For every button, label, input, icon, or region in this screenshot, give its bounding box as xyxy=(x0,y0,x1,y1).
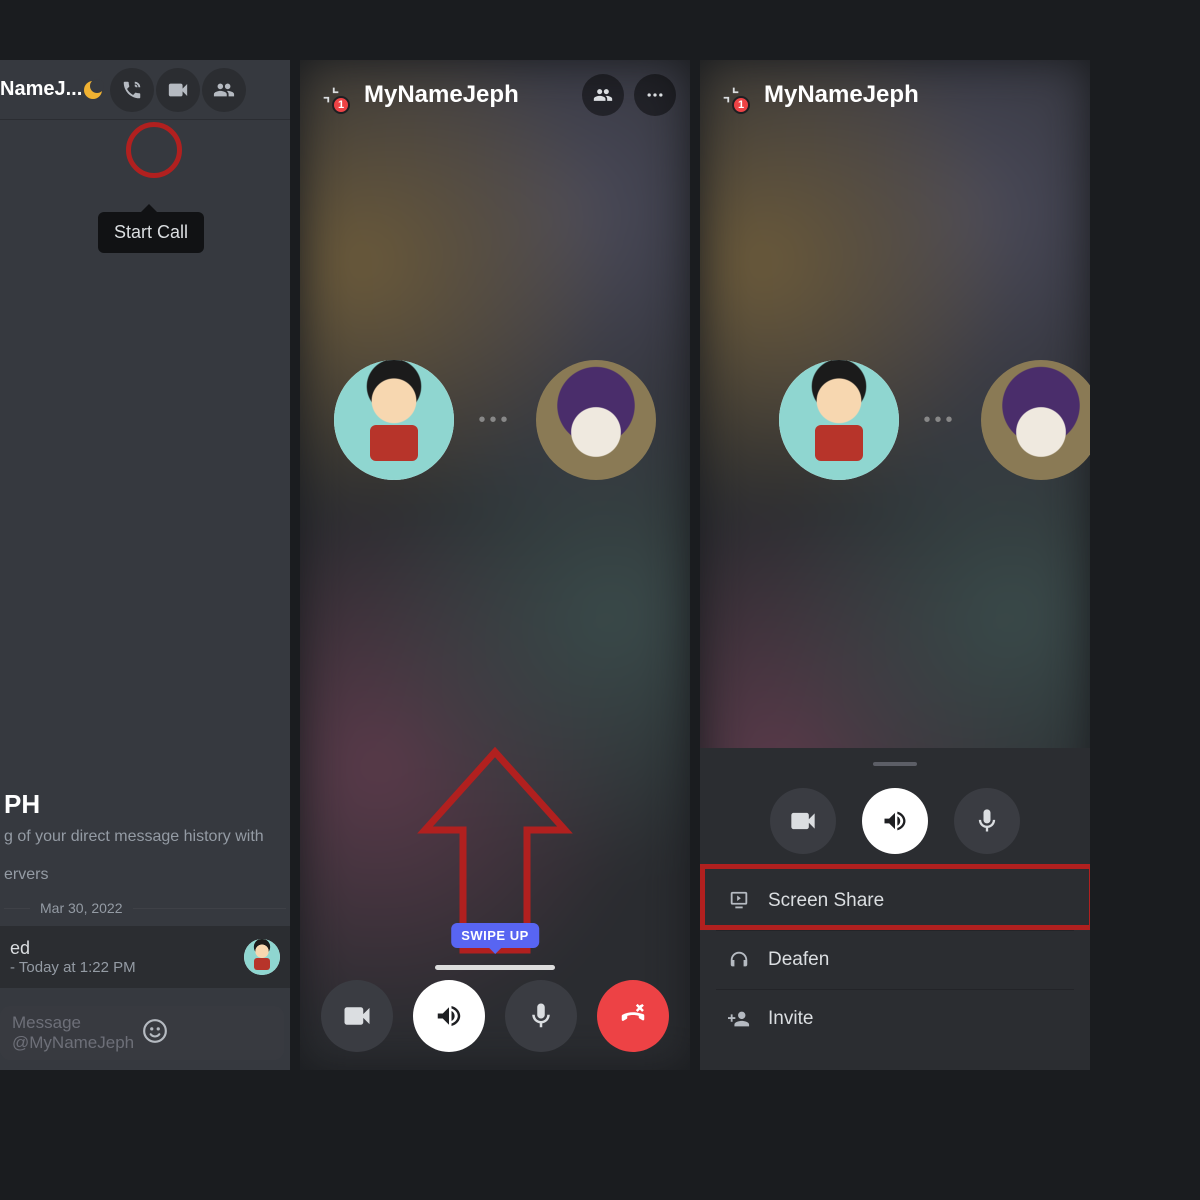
call-avatars: ••• xyxy=(730,360,1090,480)
minimize-call-button[interactable]: 1 xyxy=(714,78,748,112)
camera-toggle-button[interactable] xyxy=(770,788,836,854)
members-button[interactable] xyxy=(202,68,246,112)
members-button[interactable] xyxy=(582,74,624,116)
composer-placeholder: Message @MyNameJeph xyxy=(12,1013,142,1053)
start-call-tooltip: Start Call xyxy=(98,212,204,253)
date-divider: Mar 30, 2022 xyxy=(0,894,290,926)
date-divider-label: Mar 30, 2022 xyxy=(40,900,123,916)
speaker-toggle-button[interactable] xyxy=(413,980,485,1052)
hangup-button[interactable] xyxy=(597,980,669,1052)
annotation-red-circle xyxy=(126,122,182,178)
swipe-up-pill: SWIPE UP xyxy=(451,923,539,948)
avatar-peer xyxy=(536,360,656,480)
minimize-call-button[interactable]: 1 xyxy=(314,78,348,112)
mic-toggle-button[interactable] xyxy=(505,980,577,1052)
missed-call-time: - Today at 1:22 PM xyxy=(10,959,234,976)
missed-call-title: ed xyxy=(10,938,234,959)
call-bottom-sheet[interactable]: Screen Share Deafen Invite xyxy=(700,748,1090,1070)
avatar-peer xyxy=(981,360,1091,480)
mutual-servers-row[interactable]: ervers xyxy=(0,866,290,894)
call-screen-sheet: 1 MyNameJeph ••• MyNameJeph Ongoing Call… xyxy=(700,60,1090,1070)
missed-call-message[interactable]: ed - Today at 1:22 PM xyxy=(0,926,290,988)
connecting-dots-icon: ••• xyxy=(923,409,956,432)
notification-badge: 1 xyxy=(732,96,750,114)
sheet-drag-handle[interactable] xyxy=(873,762,917,766)
emoji-button[interactable] xyxy=(142,1018,272,1049)
start-call-button[interactable] xyxy=(110,68,154,112)
idle-moon-icon xyxy=(84,81,102,99)
call-controls xyxy=(300,980,690,1052)
mic-toggle-button[interactable] xyxy=(954,788,1020,854)
dm-username-heading: PH xyxy=(0,789,290,826)
call-header-title: MyNameJeph xyxy=(364,81,572,109)
mutual-servers-label: ervers xyxy=(4,866,48,884)
dm-screen: NameJ... Start Call PH g of your direct … xyxy=(0,60,290,1070)
message-avatar xyxy=(244,939,280,975)
call-header: 1 MyNameJeph xyxy=(700,60,1090,130)
invite-option[interactable]: Invite xyxy=(716,990,1074,1048)
avatar-self xyxy=(334,360,454,480)
connecting-dots-icon: ••• xyxy=(478,409,511,432)
dm-title: NameJ... xyxy=(0,78,82,101)
call-avatars: ••• xyxy=(300,360,690,480)
more-button[interactable] xyxy=(634,74,676,116)
dm-intro-text: g of your direct message history with xyxy=(0,826,290,866)
call-screen: 1 MyNameJeph ••• MyNameJeph Ongoing Call… xyxy=(300,60,690,1070)
dm-header: NameJ... xyxy=(0,60,290,120)
deafen-label: Deafen xyxy=(768,949,829,971)
headphones-icon xyxy=(728,949,750,971)
call-header-title: MyNameJeph xyxy=(764,81,1076,109)
screen-share-option[interactable]: Screen Share xyxy=(716,872,1074,930)
person-add-icon xyxy=(728,1008,750,1030)
avatar-self xyxy=(779,360,899,480)
deafen-option[interactable]: Deafen xyxy=(716,931,1074,989)
call-header: 1 MyNameJeph xyxy=(300,60,690,130)
invite-label: Invite xyxy=(768,1008,813,1030)
notification-badge: 1 xyxy=(332,96,350,114)
screen-share-label: Screen Share xyxy=(768,890,884,912)
message-composer[interactable]: Message @MyNameJeph xyxy=(0,1006,284,1060)
camera-toggle-button[interactable] xyxy=(321,980,393,1052)
video-call-button[interactable] xyxy=(156,68,200,112)
home-indicator[interactable] xyxy=(435,965,555,970)
screen-share-icon xyxy=(728,890,750,912)
speaker-toggle-button[interactable] xyxy=(862,788,928,854)
